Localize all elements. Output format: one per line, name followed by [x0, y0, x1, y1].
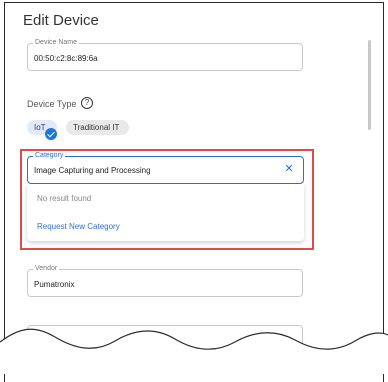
category-input[interactable]: Image Capturing and Processing	[34, 166, 151, 175]
category-dropdown: No result found Request New Category	[27, 184, 304, 241]
category-label: Category	[33, 152, 66, 160]
vendor-label: Vendor	[33, 265, 60, 273]
check-icon	[45, 128, 57, 140]
vendor-value[interactable]: Pumatronix	[34, 280, 74, 289]
screenshot-frame: Edit Device Device Name 00:50:c2:8c:89:6…	[0, 0, 388, 382]
vendor-field[interactable]: Vendor Pumatronix	[27, 265, 303, 297]
torn-edge	[0, 328, 388, 374]
close-icon[interactable]: ✕	[283, 163, 295, 175]
device-name-field[interactable]: Device Name 00:50:c2:8c:89:6a	[27, 39, 303, 71]
page-title: Edit Device	[23, 12, 99, 29]
question-circle-icon[interactable]: ?	[81, 97, 93, 109]
scrollbar[interactable]	[368, 40, 371, 130]
device-name-label: Device Name	[33, 39, 80, 47]
device-type-label: Device Type	[27, 99, 77, 109]
category-field[interactable]: Category Image Capturing and Processing …	[27, 152, 304, 184]
no-result-text: No result found	[37, 194, 92, 203]
request-new-category-link[interactable]: Request New Category	[37, 222, 120, 231]
device-name-value[interactable]: 00:50:c2:8c:89:6a	[34, 54, 98, 63]
device-type-chip-traditional-it[interactable]: Traditional IT	[66, 120, 129, 135]
